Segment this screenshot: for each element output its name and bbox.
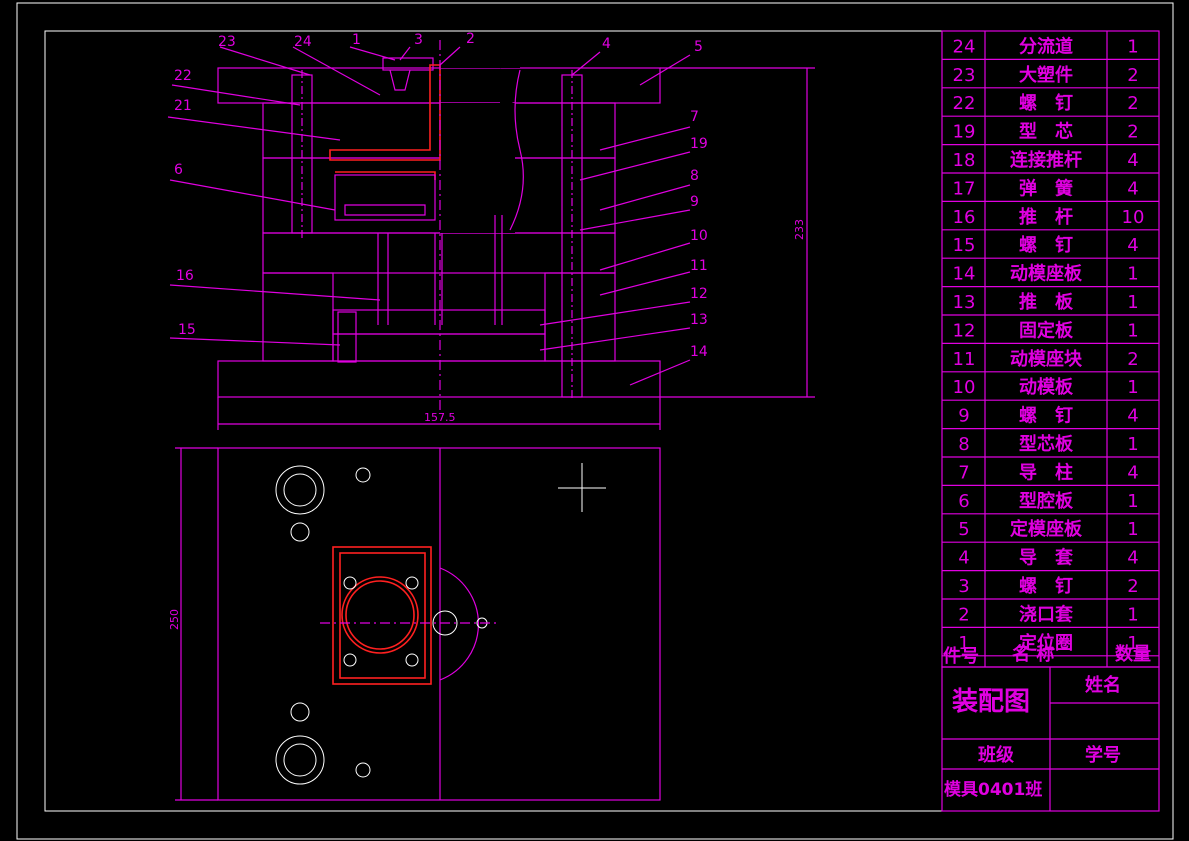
part-leader-label: 23 bbox=[218, 34, 236, 50]
part-leader-label: 3 bbox=[414, 32, 423, 48]
part-leader-label: 2 bbox=[466, 31, 475, 47]
part-leader-label: 9 bbox=[690, 194, 699, 210]
drawing-title: 装配图 bbox=[952, 687, 1030, 717]
part-leader-label: 16 bbox=[176, 268, 194, 284]
name-label: 姓名 bbox=[1085, 674, 1121, 696]
part-leader-label: 12 bbox=[690, 286, 708, 302]
part-leader-label: 22 bbox=[174, 68, 192, 84]
bom-header-no: 件号 bbox=[943, 645, 979, 667]
part-leader-label: 5 bbox=[694, 39, 703, 55]
part-leader-label: 7 bbox=[690, 109, 699, 125]
part-leader-label: 24 bbox=[294, 34, 312, 50]
part-leader-label: 13 bbox=[690, 312, 708, 328]
text-layer: 23 24 1 3 2 4 5222167198910111612151314 157.5 … bbox=[168, 31, 1151, 800]
class-value: 模具0401班 bbox=[944, 779, 1042, 800]
dim-width: 157.5 bbox=[424, 411, 456, 424]
part-leader-label: 11 bbox=[690, 258, 708, 274]
part-leader-label: 15 bbox=[178, 322, 196, 338]
part-leader-label: 21 bbox=[174, 98, 192, 114]
part-leader-labels: 23 24 1 3 2 4 5222167198910111612151314 bbox=[174, 31, 708, 360]
part-leader-label: 8 bbox=[690, 168, 699, 184]
student-id-label: 学号 bbox=[1085, 744, 1121, 766]
class-label: 班级 bbox=[978, 744, 1015, 766]
part-leader-label: 10 bbox=[690, 228, 708, 244]
part-leader-label: 14 bbox=[690, 344, 708, 360]
dim-height: 233 bbox=[793, 219, 806, 240]
part-leader-label: 1 bbox=[352, 32, 361, 48]
bom-header-name: 名 称 bbox=[1012, 643, 1054, 665]
part-leader-label: 19 bbox=[690, 136, 708, 152]
part-leader-label: 6 bbox=[174, 162, 183, 178]
dim-plan-height: 250 bbox=[168, 609, 181, 630]
part-leader-label: 4 bbox=[602, 36, 611, 52]
bom-header-qty: 数量 bbox=[1115, 643, 1151, 665]
